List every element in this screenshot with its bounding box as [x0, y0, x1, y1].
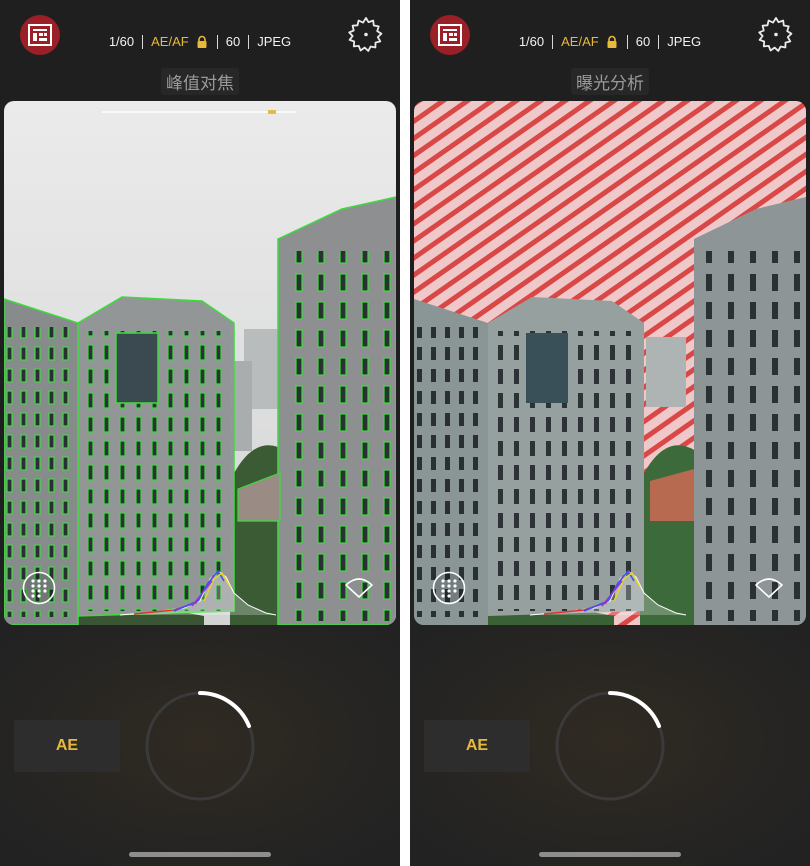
exposure-mode[interactable]: AE/AF — [561, 34, 599, 49]
viewfinder[interactable] — [414, 101, 806, 625]
mode-label-text: 曝光分析 — [571, 68, 649, 95]
divider — [626, 34, 628, 49]
ae-lock-button[interactable]: AE — [424, 720, 530, 772]
shutter-button[interactable] — [143, 689, 257, 803]
grid-menu-icon[interactable] — [432, 571, 466, 605]
settings-gear-icon[interactable] — [756, 15, 796, 55]
divider — [216, 34, 218, 49]
camera-screen-exposure-analysis: 1/60 AE/AF 60 JPEG 曝光分析 AE — [410, 0, 810, 866]
mode-label: 曝光分析 — [410, 68, 810, 95]
iso-value[interactable]: 60 — [636, 34, 650, 49]
lock-icon — [197, 35, 207, 48]
app-logo-button[interactable] — [430, 15, 470, 55]
capture-status-bar: 1/60 AE/AF 60 JPEG — [510, 34, 710, 49]
divider — [248, 34, 250, 49]
divider — [658, 34, 660, 49]
lock-icon — [607, 35, 617, 48]
film-logo-icon — [28, 24, 52, 46]
exposure-mode[interactable]: AE/AF — [151, 34, 189, 49]
shutter-speed[interactable]: 1/60 — [519, 34, 544, 49]
viewfinder[interactable] — [4, 101, 396, 625]
shutter-button[interactable] — [553, 689, 667, 803]
iso-value[interactable]: 60 — [226, 34, 240, 49]
home-indicator[interactable] — [539, 852, 681, 857]
eye-icon[interactable] — [344, 575, 374, 599]
shutter-speed[interactable]: 1/60 — [109, 34, 134, 49]
eye-icon[interactable] — [754, 575, 784, 599]
camera-screen-focus-peaking: 1/60 AE/AF 60 JPEG 峰值对焦 AE — [0, 0, 400, 866]
app-logo-button[interactable] — [20, 15, 60, 55]
settings-gear-icon[interactable] — [346, 15, 386, 55]
scene-photo — [4, 101, 396, 625]
grid-menu-icon[interactable] — [22, 571, 56, 605]
focus-slider-handle[interactable] — [268, 110, 276, 114]
ae-lock-button[interactable]: AE — [14, 720, 120, 772]
capture-status-bar: 1/60 AE/AF 60 JPEG — [100, 34, 300, 49]
mode-label-text: 峰值对焦 — [161, 68, 239, 95]
focus-slider[interactable] — [102, 110, 296, 114]
home-indicator[interactable] — [129, 852, 271, 857]
file-format[interactable]: JPEG — [257, 34, 291, 49]
film-logo-icon — [438, 24, 462, 46]
divider — [552, 34, 554, 49]
file-format[interactable]: JPEG — [667, 34, 701, 49]
divider — [142, 34, 144, 49]
scene-photo — [414, 101, 806, 625]
mode-label: 峰值对焦 — [0, 68, 400, 95]
